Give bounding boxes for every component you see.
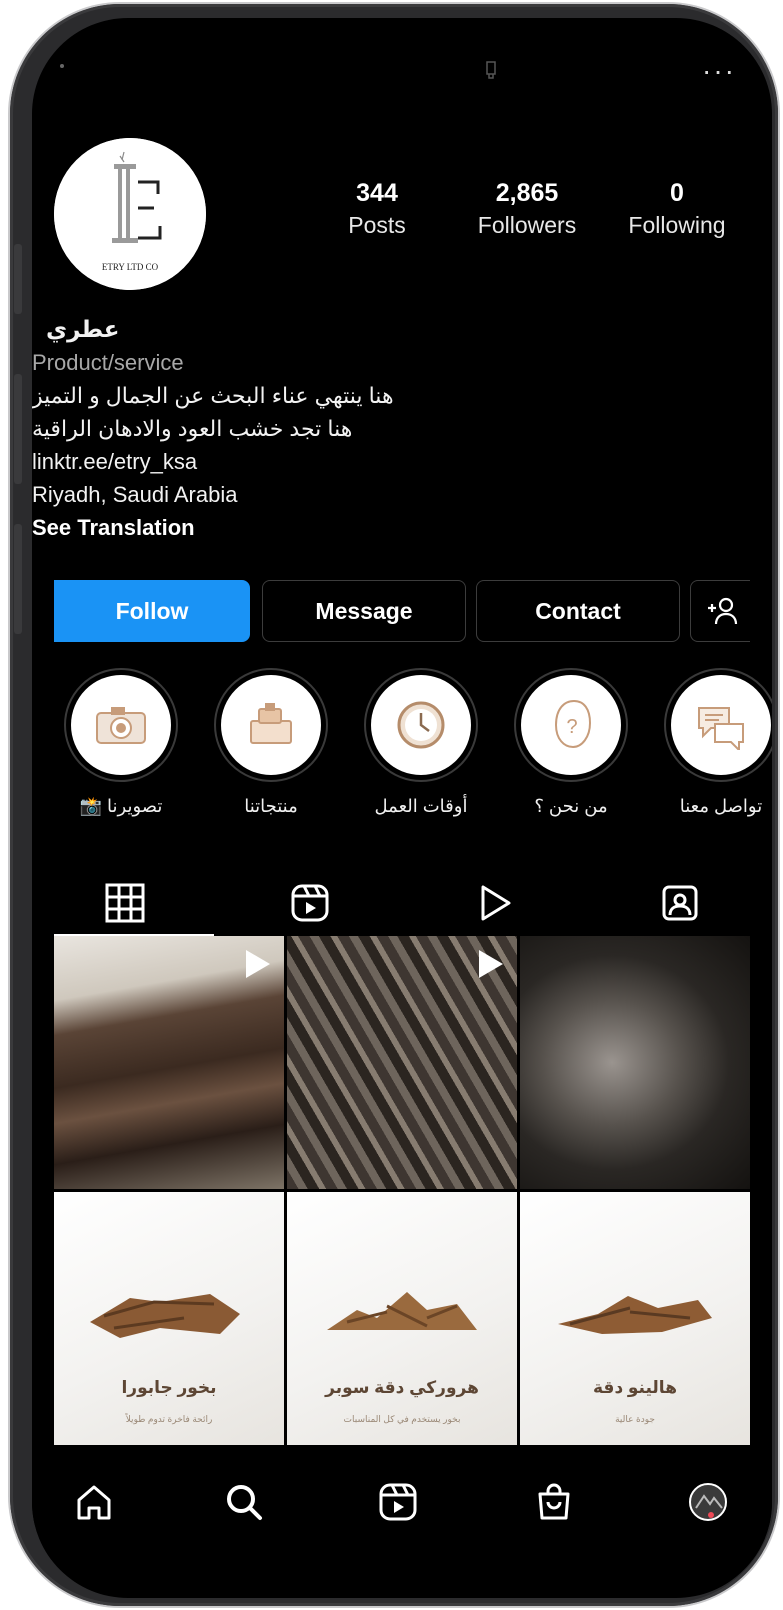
grid-icon	[105, 883, 144, 923]
tab-reels[interactable]	[217, 868, 402, 938]
reels-icon	[379, 1483, 417, 1521]
video-play-icon	[481, 885, 510, 921]
product-title: هروركي دقة سوبر	[325, 1378, 479, 1397]
chat-bubbles-icon	[698, 707, 744, 750]
volume-down-button	[14, 374, 22, 484]
post-thumbnail[interactable]: هالينو دقة جودة عالية	[520, 1192, 750, 1445]
highlight-contact[interactable]: تواصل معنا	[656, 668, 772, 817]
profile-bio: عطري Product/service هنا ينتهي عناء البح…	[32, 313, 762, 544]
bio-line-1: هنا ينتهي عناء البحث عن الجمال و التميز	[32, 383, 394, 408]
following-label: Following	[628, 212, 726, 238]
home-icon	[77, 1485, 111, 1520]
posts-label: Posts	[348, 212, 406, 238]
highlight-label: أوقات العمل	[374, 796, 468, 816]
post-thumbnail[interactable]	[54, 936, 284, 1189]
highlight-camera[interactable]: تصويرنا 📸	[56, 668, 186, 817]
clock-icon	[397, 701, 445, 749]
svg-text:ETRY LTD CO: ETRY LTD CO	[102, 262, 159, 272]
side-button	[14, 524, 22, 634]
post-thumbnail[interactable]: بخور جابورا رائحة فاخرة تدوم طويلاً	[54, 1192, 284, 1445]
shopping-bag-icon	[538, 1483, 570, 1520]
message-button[interactable]: Message	[262, 580, 466, 642]
nav-home[interactable]	[64, 1472, 124, 1532]
more-options-icon[interactable]: ···	[702, 57, 736, 85]
oud-pieces-image	[558, 1296, 712, 1334]
profile-stats: 344 Posts 2,865 Followers 0 Following	[302, 178, 752, 258]
tab-videos[interactable]	[402, 868, 587, 938]
svg-text:?: ?	[566, 716, 577, 738]
highlight-hours[interactable]: أوقات العمل	[356, 668, 486, 817]
tab-tagged[interactable]	[587, 868, 772, 938]
product-subtitle: جودة عالية	[615, 1414, 655, 1424]
posts-stat[interactable]: 344 Posts	[302, 178, 452, 242]
tab-grid[interactable]	[32, 868, 217, 938]
post-thumbnail[interactable]	[520, 936, 750, 1189]
follow-button[interactable]: Follow	[54, 580, 250, 642]
volume-up-button	[14, 244, 22, 314]
video-indicator-icon	[246, 950, 270, 978]
nav-profile[interactable]	[678, 1472, 738, 1532]
nav-search[interactable]	[214, 1472, 274, 1532]
contact-button[interactable]: Contact	[476, 580, 680, 642]
following-count: 0	[670, 179, 684, 207]
notification-dot	[708, 1512, 714, 1518]
product-title: هالينو دقة	[593, 1378, 677, 1397]
bio-line-2: هنا تجد خشب العود والادهان الراقية	[32, 416, 353, 441]
profile-location[interactable]: Riyadh, Saudi Arabia	[32, 478, 762, 511]
highlight-label: تصويرنا 📸	[79, 796, 163, 816]
status-dot	[60, 64, 64, 68]
oud-wood-image	[90, 1294, 240, 1338]
followers-stat[interactable]: 2,865 Followers	[452, 178, 602, 242]
highlight-label: منتجاتنا	[244, 796, 298, 816]
profile-tabs	[32, 868, 772, 938]
nav-shop[interactable]	[524, 1472, 584, 1532]
tagged-icon	[662, 885, 697, 921]
camera-icon	[96, 707, 146, 744]
see-translation-link[interactable]: See Translation	[32, 511, 762, 544]
product-subtitle: رائحة فاخرة تدوم طويلاً	[125, 1414, 213, 1424]
notification-bell-icon[interactable]	[484, 58, 498, 85]
app-screen: ··· ETRY LTD CO 344 Posts 2,865 Follower…	[32, 18, 772, 1598]
highlight-label: تواصل معنا	[679, 796, 763, 816]
products-icon	[250, 703, 292, 744]
oud-chips-image	[327, 1292, 477, 1330]
post-thumbnail[interactable]	[287, 936, 517, 1189]
followers-label: Followers	[477, 212, 577, 238]
post-thumbnail[interactable]: هروركي دقة سوبر بخور يستخدم في كل المناس…	[287, 1192, 517, 1445]
add-person-icon	[707, 597, 737, 625]
profile-actions: Follow Message Contact	[54, 580, 772, 642]
avatar[interactable]: ETRY LTD CO	[54, 138, 206, 290]
followers-count: 2,865	[495, 179, 559, 207]
search-icon	[227, 1485, 262, 1520]
highlight-label: من نحن ؟	[534, 796, 608, 816]
profile-link[interactable]: linktr.ee/etry_ksa	[32, 445, 762, 478]
suggested-users-button[interactable]	[690, 580, 750, 642]
profile-name: عطري	[46, 316, 120, 342]
nav-reels[interactable]	[368, 1472, 428, 1532]
person-question-icon: ?	[554, 699, 592, 749]
phone-frame: ··· ETRY LTD CO 344 Posts 2,865 Follower…	[10, 4, 778, 1606]
following-stat[interactable]: 0 Following	[602, 178, 752, 242]
reels-icon	[291, 884, 328, 922]
bottom-navigation	[32, 1450, 772, 1560]
product-subtitle: بخور يستخدم في كل المناسبات	[343, 1414, 461, 1424]
brand-logo: ETRY LTD CO	[54, 138, 206, 290]
posts-grid: بخور جابورا رائحة فاخرة تدوم طويلاً هرور…	[54, 936, 750, 1448]
video-indicator-icon	[479, 950, 503, 978]
product-title: بخور جابورا	[121, 1378, 217, 1397]
highlight-products[interactable]: منتجاتنا	[206, 668, 336, 817]
posts-count: 344	[356, 179, 398, 207]
highlight-about[interactable]: ? من نحن ؟	[506, 668, 636, 817]
story-highlights: تصويرنا 📸 منتجاتنا أوقات العمل ? من نحن …	[32, 668, 772, 838]
profile-category: Product/service	[32, 350, 184, 375]
